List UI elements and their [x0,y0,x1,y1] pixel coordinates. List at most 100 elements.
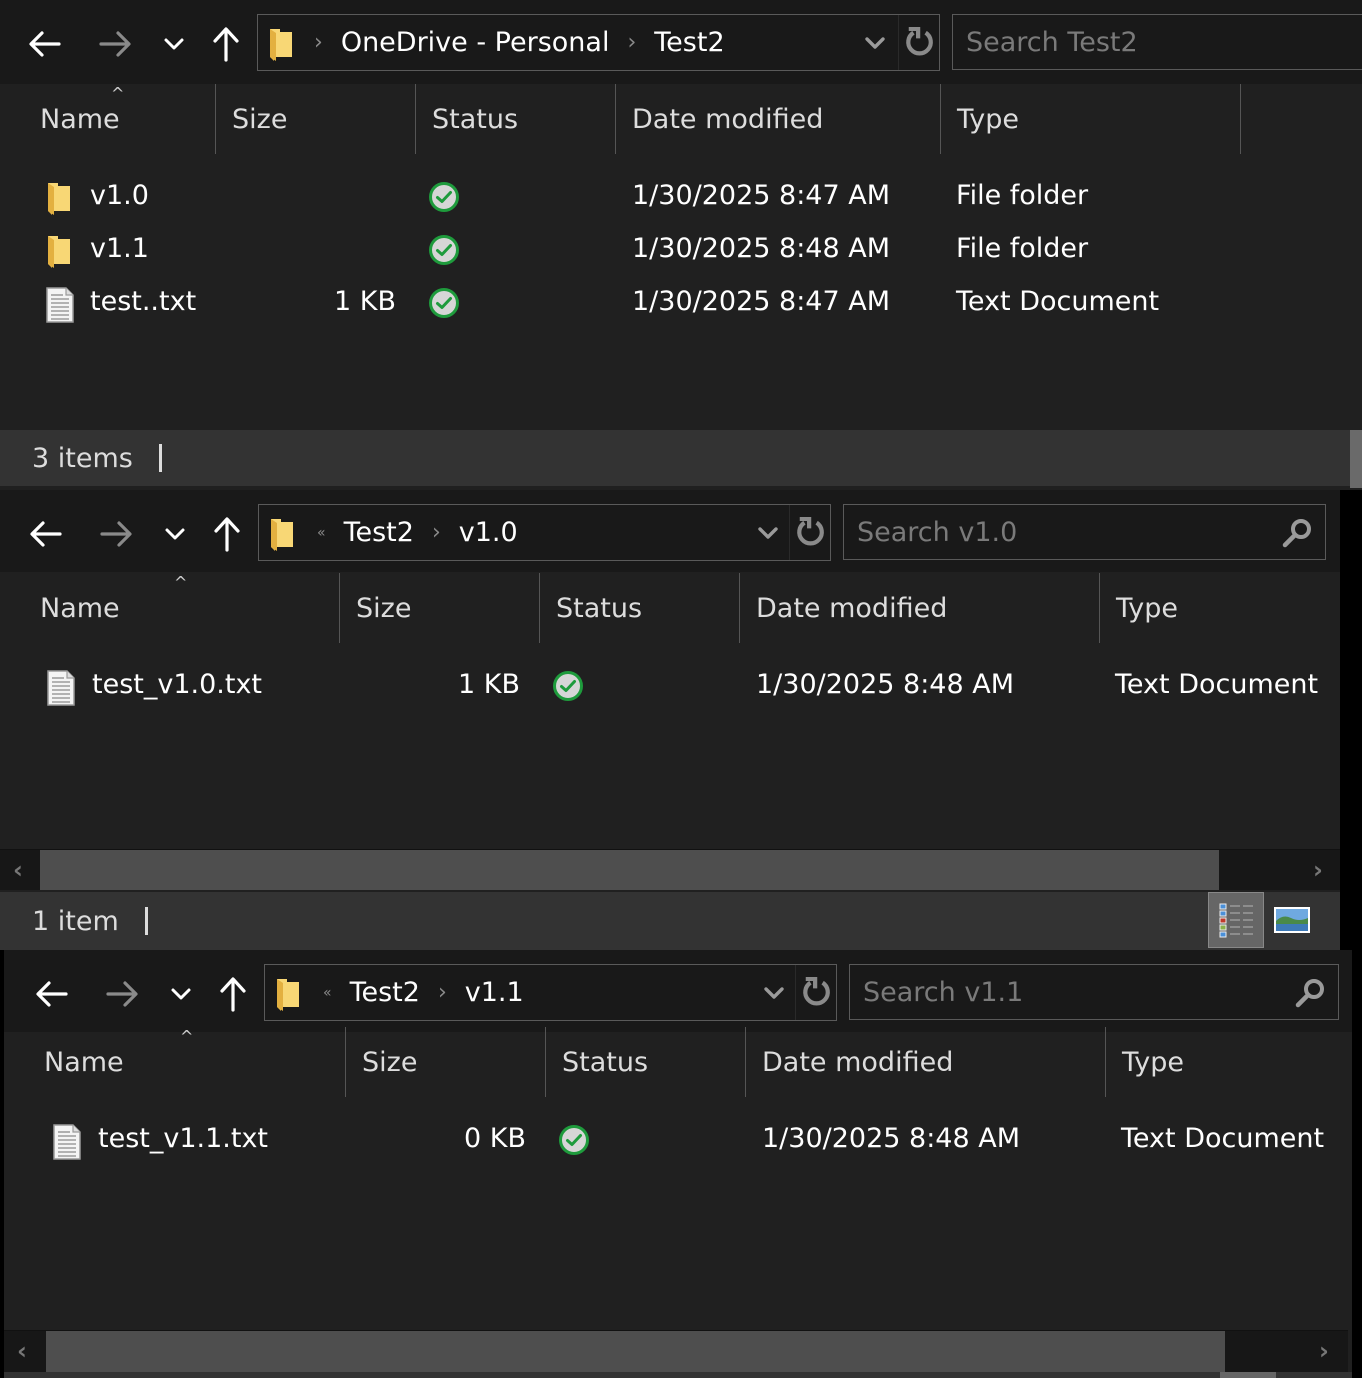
breadcrumb-item[interactable]: v1.1 [465,977,524,1008]
details-view-button[interactable] [1208,892,1264,948]
column-header-status[interactable]: Status [546,1027,746,1097]
address-history-dropdown[interactable] [759,979,789,1007]
refresh-icon [905,27,935,59]
column-label: Size [232,103,288,135]
chevron-right-icon: › [437,980,447,1005]
file-name: test_v1.1.txt [98,1123,269,1154]
search-input[interactable] [850,965,1338,1019]
scrollbar-thumb[interactable] [40,850,1219,890]
sort-ascending-icon: ^ [111,84,125,103]
arrow-left-icon [28,519,62,549]
column-header-type[interactable]: Type [1100,573,1340,643]
sort-ascending-icon: ^ [180,1027,194,1046]
column-header-date-modified[interactable]: Date modified [616,84,941,154]
chevron-down-icon [170,987,192,1001]
large-icons-view-button[interactable] [1264,892,1320,948]
search-input[interactable] [844,505,1325,559]
column-header-status[interactable]: Status [540,573,740,643]
column-header-date-modified[interactable]: Date modified [740,573,1100,643]
details-view-icon [1219,903,1253,938]
recent-locations-button[interactable] [155,512,195,556]
column-label: Type [1122,1046,1185,1078]
refresh-button[interactable] [898,15,940,70]
refresh-button[interactable] [795,965,837,1020]
file-row[interactable]: test..txt 1 KB 1/30/2025 8:47 AM Text Do… [0,275,1362,328]
back-button[interactable] [24,22,64,66]
column-header-type[interactable]: Type [941,84,1241,154]
file-row[interactable]: v1.1 1/30/2025 8:48 AM File folder [0,222,1362,275]
file-name: v1.0 [90,180,149,211]
chevron-right-icon: › [627,30,637,55]
arrow-right-icon [100,519,134,549]
column-header-name[interactable]: ^ Name [0,84,216,154]
file-date: 1/30/2025 8:47 AM [632,286,891,317]
refresh-button[interactable] [789,505,831,560]
address-bar[interactable]: « Test2 › v1.1 [264,964,837,1021]
folder-icon [46,181,72,215]
sort-ascending-icon: ^ [174,573,188,592]
breadcrumb-item[interactable]: v1.0 [459,517,518,548]
scroll-right-button[interactable]: › [1300,850,1336,890]
search-input[interactable] [953,15,1362,69]
breadcrumb-item[interactable]: OneDrive - Personal [341,27,610,58]
breadcrumb-item[interactable]: Test2 [344,517,414,548]
address-bar[interactable]: « Test2 › v1.0 [258,504,831,561]
column-header-type[interactable]: Type [1106,1027,1352,1097]
search-icon[interactable] [1294,977,1326,1009]
chevron-down-icon [163,37,185,51]
up-button[interactable] [213,972,253,1016]
file-row[interactable]: v1.0 1/30/2025 8:47 AM File folder [0,169,1362,222]
chevron-down-icon [763,986,785,1000]
address-history-dropdown[interactable] [753,519,783,547]
chevron-right-icon: › [431,520,441,545]
forward-button[interactable] [96,22,136,66]
horizontal-scrollbar[interactable]: ‹ › [0,849,1340,890]
column-header-size[interactable]: Size [346,1027,546,1097]
column-header-name[interactable]: ^ Name [0,573,340,643]
sync-ok-check-icon [428,287,460,319]
breadcrumb-item[interactable]: Test2 [654,27,724,58]
search-icon[interactable] [1281,517,1313,549]
breadcrumb-item[interactable]: Test2 [350,977,420,1008]
text-file-icon [53,1124,81,1160]
forward-button[interactable] [97,512,137,556]
column-header-size[interactable]: Size [216,84,416,154]
column-label: Type [1116,592,1179,624]
chevron-down-icon [757,526,779,540]
back-button[interactable] [31,972,71,1016]
sync-ok-check-icon [428,181,460,213]
recent-locations-button[interactable] [154,22,194,66]
up-button[interactable] [206,22,246,66]
chevron-right-icon: › [314,30,323,55]
breadcrumb-overflow-icon[interactable]: « [323,985,332,1001]
scroll-left-button[interactable]: ‹ [4,1331,40,1371]
view-button-edge [1220,1372,1276,1378]
search-box [849,964,1339,1020]
arrow-up-icon [212,516,242,552]
column-header-name[interactable]: ^ Name [4,1027,346,1097]
breadcrumb-overflow-icon[interactable]: « [317,525,326,541]
column-label: Name [40,103,120,135]
back-button[interactable] [25,512,65,556]
forward-button[interactable] [103,972,143,1016]
address-bar[interactable]: › OneDrive - Personal › Test2 [257,14,940,71]
resize-handle[interactable] [1350,430,1362,488]
file-row[interactable]: test_v1.0.txt 1 KB 1/30/2025 8:48 AM Tex… [0,658,1340,711]
column-label: Status [562,1046,649,1078]
horizontal-scrollbar[interactable]: ‹ › [4,1330,1348,1372]
scroll-right-button[interactable]: › [1306,1331,1342,1371]
up-button[interactable] [207,512,247,556]
address-history-dropdown[interactable] [860,29,890,57]
scroll-left-button[interactable]: ‹ [0,850,36,890]
folder-icon [268,27,294,61]
breadcrumb: « Test2 › v1.0 [311,505,518,560]
file-row[interactable]: test_v1.1.txt 0 KB 1/30/2025 8:48 AM Tex… [4,1112,1352,1165]
recent-locations-button[interactable] [161,972,201,1016]
text-file-icon [46,287,74,323]
column-header-size[interactable]: Size [340,573,540,643]
column-header-date-modified[interactable]: Date modified [746,1027,1106,1097]
scrollbar-thumb[interactable] [46,1331,1225,1372]
column-headers: ^ Name Size Status Date modified Type [0,573,1340,643]
column-headers: ^ Name Size Status Date modified Type [4,1027,1352,1097]
column-header-status[interactable]: Status [416,84,616,154]
